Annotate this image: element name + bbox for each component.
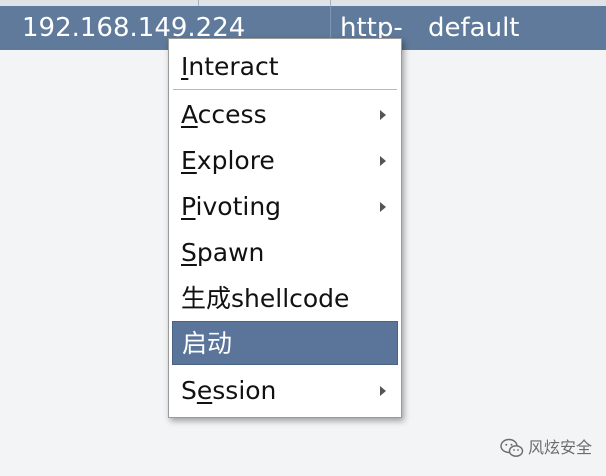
watermark-text: 风炫安全 (528, 438, 593, 457)
screen: 192.168.149.224 http- default Interact A… (0, 0, 606, 476)
submenu-arrow-icon (380, 386, 386, 396)
submenu-arrow-icon (380, 202, 386, 212)
mnemonic: P (181, 192, 196, 221)
context-menu: Interact Access Explore Pivoting Spawn 生… (168, 38, 402, 418)
menu-item-interact[interactable]: Interact (172, 45, 398, 89)
mnemonic: A (181, 100, 198, 129)
watermark: 风炫安全 (500, 436, 600, 460)
menu-item-label: nteract (188, 52, 279, 81)
menu-item-prefix: S (181, 376, 197, 405)
menu-item-generate-shellcode[interactable]: 生成shellcode (172, 277, 398, 321)
menu-item-launch[interactable]: 启动 (172, 321, 398, 365)
menu-item-label: 生成shellcode (181, 284, 350, 313)
menu-item-label: xplore (196, 146, 275, 175)
menu-item-label: ivoting (195, 192, 282, 221)
menu-separator (173, 89, 397, 91)
menu-item-explore[interactable]: Explore (172, 139, 398, 183)
menu-item-label: ccess (197, 100, 267, 129)
mnemonic: e (196, 376, 213, 405)
submenu-arrow-icon (380, 156, 386, 166)
menu-item-session[interactable]: Session (172, 369, 398, 413)
menu-item-spawn[interactable]: Spawn (172, 231, 398, 275)
wechat-icon (500, 438, 524, 457)
menu-item-label: pawn (196, 238, 265, 267)
menu-item-access[interactable]: Access (172, 93, 398, 137)
cell-profile: default (428, 13, 520, 43)
menu-item-label: 启动 (182, 329, 233, 358)
menu-item-pivoting[interactable]: Pivoting (172, 185, 398, 229)
mnemonic: E (181, 146, 197, 175)
mnemonic: S (181, 238, 197, 267)
submenu-arrow-icon (380, 110, 386, 120)
menu-item-label: ssion (212, 376, 277, 405)
